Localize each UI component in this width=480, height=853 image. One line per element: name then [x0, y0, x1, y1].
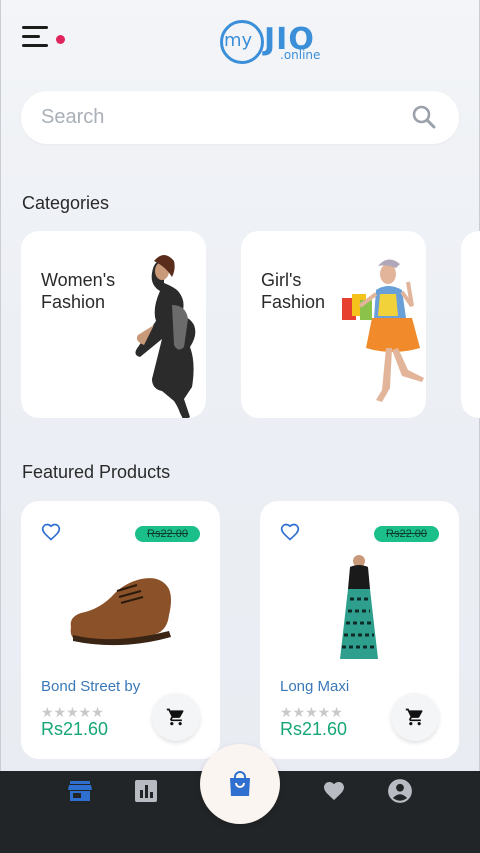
heart-outline-icon[interactable] [280, 522, 300, 542]
notification-dot [56, 35, 65, 44]
maxi-dress-product-image [340, 555, 378, 659]
product-price: Rs21.60 [280, 719, 348, 739]
search-input[interactable] [41, 91, 401, 144]
product-card[interactable]: Rs22.00 Long Maxi ★★★★★ Rs21.60 [260, 501, 459, 759]
add-to-cart-button[interactable] [391, 693, 439, 741]
product-name[interactable]: Bond Street by [41, 678, 140, 695]
women-model-image [135, 255, 196, 418]
category-card-girls-fashion[interactable]: Girl's Fashion [241, 231, 426, 418]
heart-outline-icon[interactable] [41, 522, 61, 542]
category-card-womens-fashion[interactable]: Women's Fashion [21, 231, 206, 418]
old-price-badge: Rs22.00 [135, 526, 200, 542]
shoe-product-image [70, 578, 171, 646]
girl-model-image [342, 259, 424, 402]
search-bar [21, 91, 459, 144]
old-price-badge: Rs22.00 [374, 526, 439, 542]
hamburger-menu-icon[interactable] [22, 26, 52, 52]
category-label: Women's Fashion [41, 270, 116, 312]
categories-heading: Categories [22, 193, 110, 213]
product-price: Rs21.60 [41, 719, 109, 739]
product-card[interactable]: Rs22.00 Bond Street by ★★★★★ Rs21.60 [21, 501, 220, 759]
cart-icon [166, 708, 184, 726]
account-icon[interactable] [386, 777, 414, 805]
cart-icon [405, 708, 423, 726]
chart-icon[interactable] [132, 777, 160, 805]
add-to-cart-button[interactable] [152, 693, 200, 741]
heart-icon[interactable] [320, 777, 348, 805]
category-card-partial[interactable] [461, 231, 480, 418]
product-name[interactable]: Long Maxi [280, 678, 349, 695]
featured-products-heading: Featured Products [22, 462, 171, 482]
shopping-bag-button[interactable] [200, 744, 280, 824]
shopping-bag-icon [230, 771, 250, 796]
myjio-logo: my JIO .online [220, 18, 330, 66]
search-icon[interactable] [411, 104, 437, 130]
store-icon[interactable] [66, 777, 94, 805]
